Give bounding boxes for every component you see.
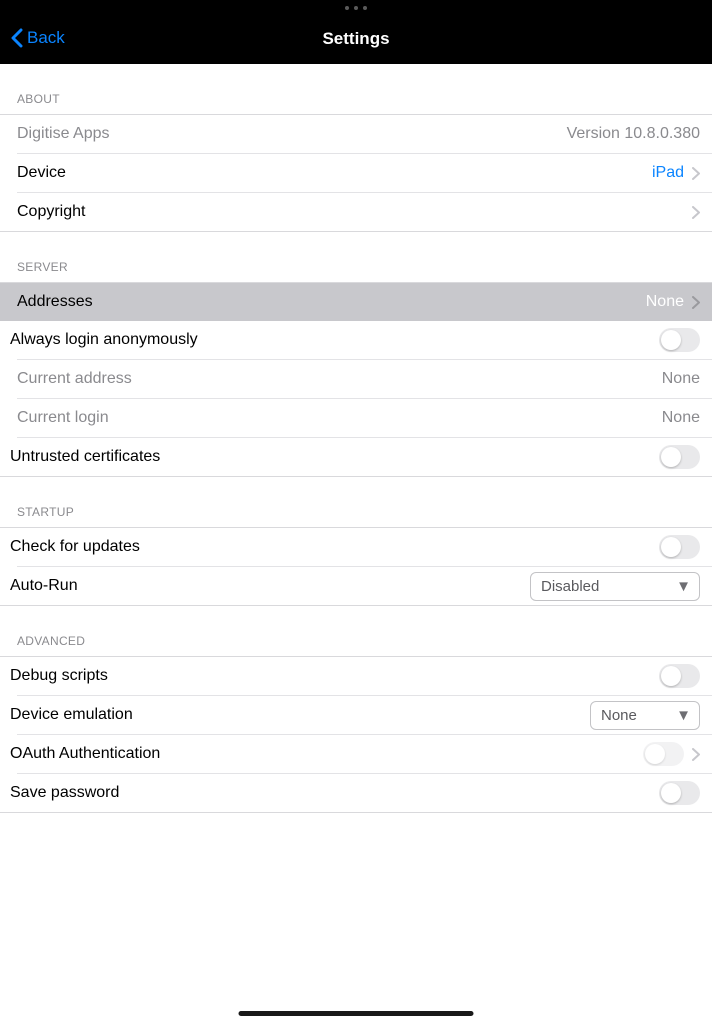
- debug-scripts-label: Debug scripts: [10, 667, 108, 685]
- row-current-login: Current login None: [0, 399, 712, 437]
- startup-group: Check for updates Auto-Run Disabled ▼: [0, 528, 712, 606]
- save-password-label: Save password: [10, 784, 119, 802]
- chevron-right-icon: [692, 206, 700, 219]
- copyright-label: Copyright: [17, 203, 85, 221]
- auto-run-value: Disabled: [541, 578, 599, 595]
- device-emulation-label: Device emulation: [10, 706, 133, 724]
- row-addresses[interactable]: Addresses None: [0, 283, 712, 321]
- about-group: Digitise Apps Version 10.8.0.380 Device …: [0, 115, 712, 232]
- untrusted-label: Untrusted certificates: [10, 448, 160, 466]
- chevron-right-icon: [692, 167, 700, 180]
- check-updates-toggle[interactable]: [659, 535, 700, 559]
- chevron-left-icon: [10, 28, 23, 48]
- device-value: iPad: [652, 164, 684, 182]
- current-address-label: Current address: [17, 370, 132, 388]
- row-save-password: Save password: [0, 774, 712, 812]
- oauth-toggle[interactable]: [643, 742, 684, 766]
- row-check-updates: Check for updates: [0, 528, 712, 566]
- device-label: Device: [17, 164, 66, 182]
- row-app: Digitise Apps Version 10.8.0.380: [0, 115, 712, 153]
- row-device[interactable]: Device iPad: [0, 154, 712, 192]
- debug-scripts-toggle[interactable]: [659, 664, 700, 688]
- anon-login-label: Always login anonymously: [10, 331, 198, 349]
- multitask-dots-icon: [345, 6, 367, 10]
- addresses-label: Addresses: [17, 293, 93, 311]
- row-copyright[interactable]: Copyright: [0, 193, 712, 231]
- auto-run-select[interactable]: Disabled ▼: [530, 572, 700, 601]
- current-login-value: None: [662, 409, 700, 427]
- row-untrusted-certs: Untrusted certificates: [0, 438, 712, 476]
- current-address-value: None: [662, 370, 700, 388]
- app-label: Digitise Apps: [17, 125, 110, 143]
- section-header-server: SERVER: [0, 232, 712, 283]
- untrusted-certs-toggle[interactable]: [659, 445, 700, 469]
- check-updates-label: Check for updates: [10, 538, 140, 556]
- oauth-label: OAuth Authentication: [10, 745, 160, 763]
- chevron-right-icon: [692, 296, 700, 309]
- section-header-advanced: ADVANCED: [0, 606, 712, 657]
- device-emulation-select[interactable]: None ▼: [590, 701, 700, 730]
- app-version: Version 10.8.0.380: [567, 125, 700, 143]
- section-header-about: ABOUT: [0, 64, 712, 115]
- back-label: Back: [27, 28, 65, 48]
- page-title: Settings: [322, 29, 389, 49]
- row-auto-run: Auto-Run Disabled ▼: [0, 567, 712, 605]
- advanced-group: Debug scripts Device emulation None ▼ OA…: [0, 657, 712, 813]
- row-current-address: Current address None: [0, 360, 712, 398]
- anon-login-toggle[interactable]: [659, 328, 700, 352]
- dropdown-triangle-icon: ▼: [676, 707, 691, 724]
- device-emulation-value: None: [601, 707, 637, 724]
- home-indicator[interactable]: [239, 1011, 474, 1016]
- row-oauth[interactable]: OAuth Authentication: [0, 735, 712, 773]
- chevron-right-icon: [692, 748, 700, 761]
- auto-run-label: Auto-Run: [10, 577, 78, 595]
- row-debug-scripts: Debug scripts: [0, 657, 712, 695]
- addresses-value: None: [646, 293, 684, 311]
- back-button[interactable]: Back: [10, 28, 65, 48]
- row-anon-login: Always login anonymously: [0, 321, 712, 359]
- row-device-emulation: Device emulation None ▼: [0, 696, 712, 734]
- save-password-toggle[interactable]: [659, 781, 700, 805]
- server-group: Addresses None Always login anonymously …: [0, 283, 712, 477]
- section-header-startup: STARTUP: [0, 477, 712, 528]
- dropdown-triangle-icon: ▼: [676, 578, 691, 595]
- navbar: Back Settings: [0, 0, 712, 64]
- current-login-label: Current login: [17, 409, 109, 427]
